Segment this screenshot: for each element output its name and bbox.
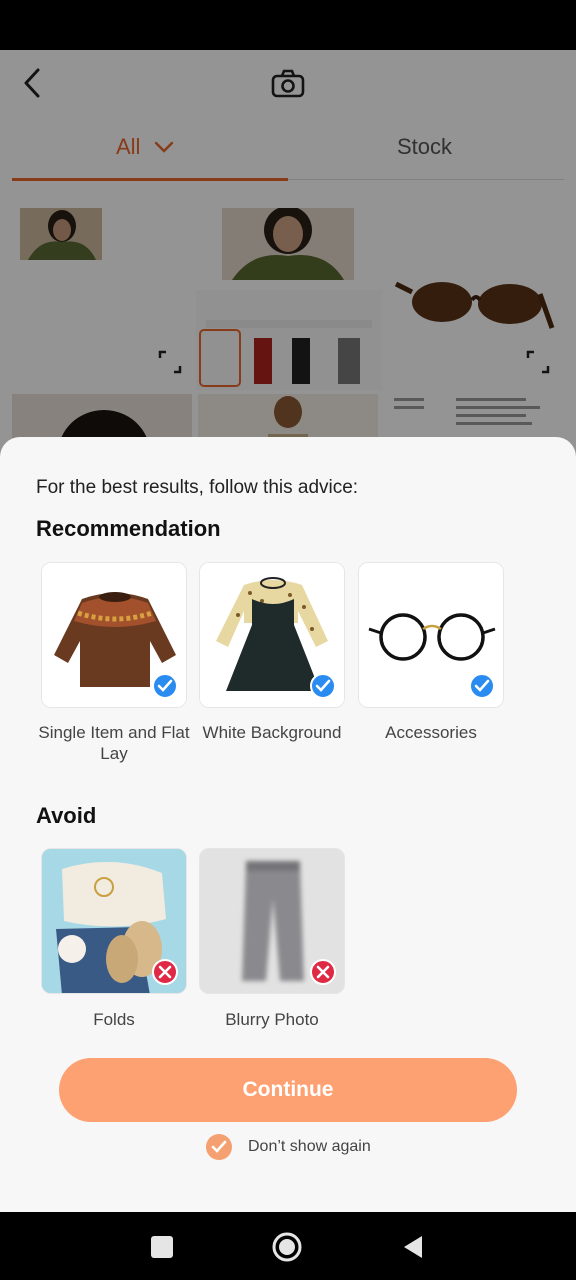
recommendation-card — [358, 562, 504, 708]
x-icon — [152, 959, 178, 985]
dont-show-again-label: Don’t show again — [248, 1138, 371, 1155]
avoid-label: Folds — [93, 1010, 135, 1029]
continue-button[interactable]: Continue — [59, 1058, 517, 1122]
triangle-back-icon — [404, 1236, 422, 1258]
recommendation-label: White Background — [202, 723, 342, 742]
status-bar — [0, 0, 576, 50]
screen: All Stock For the best results, follow t… — [0, 0, 576, 1280]
circle-icon — [272, 1232, 302, 1262]
advice-sheet: For the best results, follow this advice… — [0, 437, 576, 1212]
avoid-title: Avoid — [36, 803, 97, 828]
check-icon — [310, 673, 336, 699]
x-icon — [310, 959, 336, 985]
recommendation-card — [41, 562, 187, 708]
recommendation-title: Recommendation — [36, 516, 221, 541]
recommendation-card — [199, 562, 345, 708]
recommendation-label: Single Item and Flat Lay — [38, 723, 190, 763]
advice-text: For the best results, follow this advice… — [36, 477, 359, 498]
avoid-label: Blurry Photo — [225, 1010, 319, 1029]
home-button[interactable] — [271, 1230, 303, 1262]
check-icon — [152, 673, 178, 699]
square-icon — [151, 1236, 173, 1258]
dont-show-again-option[interactable]: Don’t show again — [206, 1134, 371, 1160]
recommendation-label: Accessories — [385, 723, 477, 742]
system-back-button[interactable] — [398, 1230, 430, 1262]
avoid-card — [41, 848, 187, 994]
dim-overlay — [0, 50, 576, 470]
system-nav-bar — [0, 1212, 576, 1280]
avoid-card — [199, 848, 345, 994]
check-icon — [469, 673, 495, 699]
recent-apps-button[interactable] — [146, 1230, 178, 1262]
checkbox-checked-icon[interactable] — [206, 1134, 232, 1160]
